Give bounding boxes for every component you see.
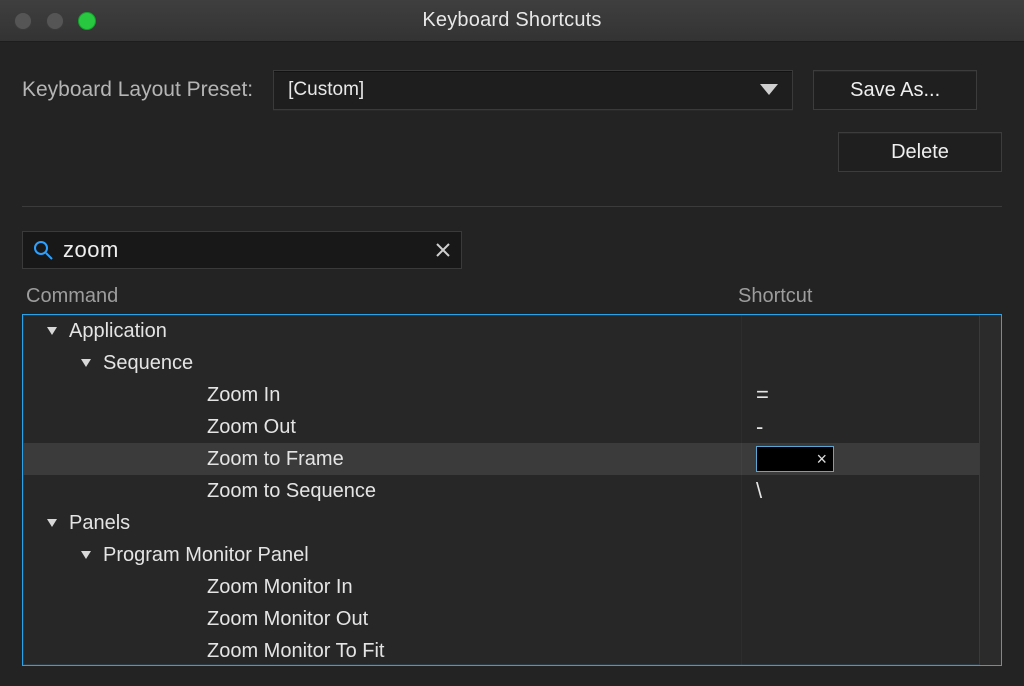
shortcuts-panel: Command Shortcut Application Sequence Zoom… (22, 206, 1002, 666)
command-cell: Panels (23, 507, 741, 539)
table-row[interactable]: Application (23, 315, 1001, 347)
search-icon (33, 240, 53, 260)
command-label: Zoom Monitor Out (207, 608, 368, 631)
command-label: Panels (69, 512, 130, 535)
command-cell: Zoom Monitor Out (23, 603, 741, 635)
chevron-down-icon (760, 84, 778, 96)
shortcut-cell[interactable]: - (741, 411, 1001, 443)
shortcut-cell[interactable] (741, 539, 1001, 571)
shortcut-cell[interactable] (741, 347, 1001, 379)
command-cell: Zoom Monitor In (23, 571, 741, 603)
window-close[interactable] (14, 12, 32, 30)
command-cell: Application (23, 315, 741, 347)
window-controls (14, 12, 96, 30)
table-row[interactable]: Sequence (23, 347, 1001, 379)
shortcut-cell[interactable] (741, 507, 1001, 539)
shortcuts-table: Command Shortcut Application Sequence Zoom… (22, 285, 1002, 666)
table-row[interactable]: Panels (23, 507, 1001, 539)
delete-button[interactable]: Delete (838, 132, 1002, 172)
shortcut-value: = (756, 382, 769, 408)
command-cell: Program Monitor Panel (23, 539, 741, 571)
shortcut-value: \ (756, 478, 762, 504)
shortcut-cell[interactable]: \ (741, 475, 1001, 507)
command-cell: Zoom to Sequence (23, 475, 741, 507)
save-as-label: Save As... (850, 79, 940, 102)
command-label: Zoom to Sequence (207, 480, 376, 503)
table-row[interactable]: Zoom In = (23, 379, 1001, 411)
preset-dropdown[interactable]: [Custom] (273, 70, 793, 110)
shortcut-cell[interactable] (741, 603, 1001, 635)
disclosure-triangle-icon[interactable] (41, 325, 63, 337)
command-cell: Zoom Monitor To Fit (23, 635, 741, 666)
table-row[interactable]: Zoom Out - (23, 411, 1001, 443)
table-row[interactable]: Zoom Monitor Out (23, 603, 1001, 635)
command-label: Sequence (103, 352, 193, 375)
table-row[interactable]: Zoom Monitor To Fit (23, 635, 1001, 666)
clear-search-icon[interactable] (435, 242, 451, 258)
command-label: Application (69, 320, 167, 343)
disclosure-triangle-icon[interactable] (75, 357, 97, 369)
table-row[interactable]: Zoom Monitor In (23, 571, 1001, 603)
command-cell: Zoom In (23, 379, 741, 411)
command-label: Program Monitor Panel (103, 544, 309, 567)
command-label: Zoom to Frame (207, 448, 344, 471)
disclosure-triangle-icon[interactable] (41, 517, 63, 529)
table-row[interactable]: Program Monitor Panel (23, 539, 1001, 571)
command-label: Zoom Monitor To Fit (207, 640, 384, 663)
shortcut-value: - (756, 414, 763, 440)
search-field[interactable] (22, 231, 462, 269)
shortcut-edit-field[interactable]: × (756, 446, 834, 472)
window-minimize[interactable] (46, 12, 64, 30)
command-cell: Sequence (23, 347, 741, 379)
shortcut-cell[interactable] (741, 315, 1001, 347)
table-header: Command Shortcut (22, 285, 1002, 314)
table-row[interactable]: Zoom to Sequence \ (23, 475, 1001, 507)
command-cell: Zoom Out (23, 411, 741, 443)
preset-label: Keyboard Layout Preset: (22, 78, 253, 102)
command-label: Zoom Out (207, 416, 296, 439)
command-label: Zoom Monitor In (207, 576, 353, 599)
save-as-button[interactable]: Save As... (813, 70, 977, 110)
window-title: Keyboard Shortcuts (422, 9, 601, 32)
command-cell: Zoom to Frame (23, 443, 741, 475)
table-row[interactable]: Zoom to Frame × (23, 443, 1001, 475)
top-controls: Keyboard Layout Preset: [Custom] Save As… (0, 42, 1024, 182)
command-label: Zoom In (207, 384, 280, 407)
delete-label: Delete (891, 141, 949, 164)
titlebar: Keyboard Shortcuts (0, 0, 1024, 42)
table-body: ApplicationSequenceZoom In=Zoom Out-Zoom… (22, 314, 1002, 666)
vertical-scrollbar[interactable] (979, 315, 1001, 665)
close-icon[interactable]: × (816, 450, 827, 468)
search-input[interactable] (63, 237, 425, 263)
col-shortcut[interactable]: Shortcut (738, 285, 998, 308)
window-zoom[interactable] (78, 12, 96, 30)
shortcut-cell[interactable] (741, 635, 1001, 666)
disclosure-triangle-icon[interactable] (75, 549, 97, 561)
col-command[interactable]: Command (26, 285, 738, 308)
preset-value: [Custom] (288, 79, 364, 101)
shortcut-cell[interactable]: × (741, 443, 1001, 475)
shortcut-cell[interactable] (741, 571, 1001, 603)
shortcut-cell[interactable]: = (741, 379, 1001, 411)
